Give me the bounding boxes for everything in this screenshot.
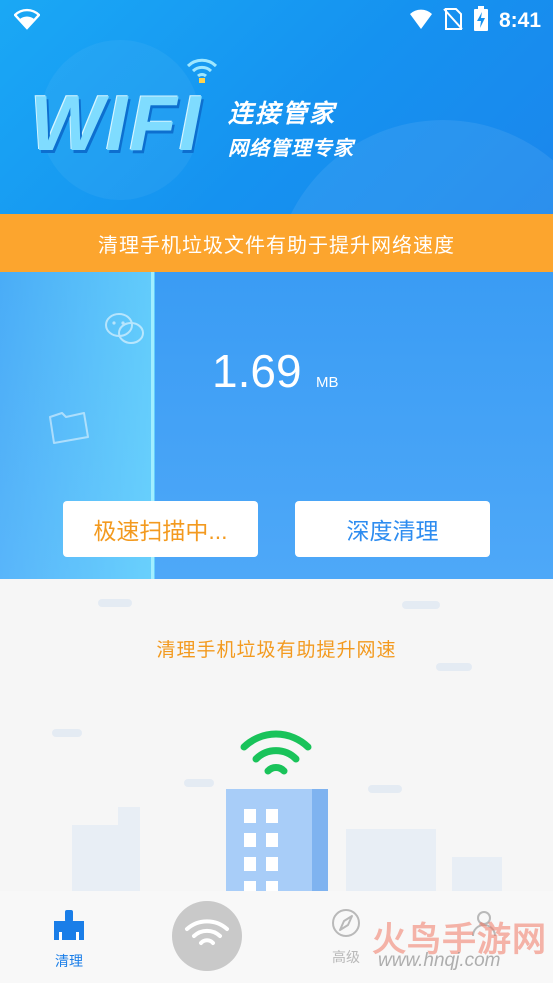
building-window bbox=[244, 809, 256, 823]
wechat-icon bbox=[104, 312, 146, 352]
compass-icon bbox=[330, 909, 362, 943]
building-window bbox=[244, 857, 256, 871]
building-window bbox=[266, 881, 278, 891]
building-illustration bbox=[226, 789, 328, 891]
logo-subtitle: 网络管理专家 bbox=[228, 136, 354, 160]
fast-scan-button[interactable]: 极速扫描中... bbox=[63, 501, 258, 557]
info-banner: 清理手机垃圾文件有助于提升网络速度 bbox=[0, 214, 553, 272]
building-window bbox=[266, 833, 278, 847]
watermark-url: www.hnqj.com bbox=[378, 950, 501, 971]
app-header: 8:41 WIFI 连接管家 网络管理专家 bbox=[0, 0, 553, 214]
status-bar: 8:41 bbox=[0, 0, 553, 40]
nav-label-clean: 清理 bbox=[55, 954, 83, 970]
building-window bbox=[266, 809, 278, 823]
nav-item-clean[interactable]: 清理 bbox=[29, 907, 109, 971]
battery-charging-icon bbox=[473, 6, 489, 36]
folder-icon bbox=[46, 407, 90, 449]
building-window bbox=[244, 833, 256, 847]
cloud-decoration bbox=[368, 785, 402, 793]
background-building bbox=[452, 857, 502, 891]
cloud-decoration bbox=[436, 663, 472, 671]
tip-text: 清理手机垃圾有助提升网速 bbox=[156, 639, 397, 661]
watermark: 火鸟手游网 www.hnqj.com bbox=[372, 912, 548, 980]
logo-wifi-text: WIFI bbox=[30, 79, 203, 167]
illustration-area: 清理手机垃圾有助提升网速 bbox=[0, 579, 553, 891]
scan-panel: 1.69 MB 极速扫描中... 深度清理 bbox=[0, 272, 553, 579]
cloud-decoration bbox=[184, 779, 214, 787]
logo-title: 连接管家 bbox=[228, 99, 337, 128]
building-window bbox=[266, 857, 278, 871]
broom-icon bbox=[51, 910, 87, 947]
background-building bbox=[346, 829, 436, 891]
cloud-decoration bbox=[52, 729, 82, 737]
wifi-icon bbox=[13, 8, 41, 34]
wifi-signal-icon bbox=[240, 727, 312, 787]
cloud-decoration bbox=[402, 601, 440, 609]
banner-text: 清理手机垃圾文件有助于提升网络速度 bbox=[98, 232, 455, 257]
wifi-icon bbox=[184, 917, 230, 955]
building-window bbox=[244, 881, 256, 891]
cloud-decoration bbox=[98, 599, 132, 607]
background-building bbox=[118, 807, 140, 891]
signal-icon bbox=[409, 8, 433, 34]
no-sim-icon bbox=[443, 7, 463, 35]
junk-size-unit: MB bbox=[316, 374, 339, 391]
junk-size-value: 1.69 bbox=[212, 345, 302, 397]
nav-item-wifi[interactable] bbox=[172, 901, 242, 971]
app-logo: WIFI 连接管家 网络管理专家 bbox=[30, 58, 390, 170]
deep-clean-button[interactable]: 深度清理 bbox=[295, 501, 490, 557]
building-side bbox=[312, 789, 328, 891]
status-time: 8:41 bbox=[498, 9, 541, 32]
